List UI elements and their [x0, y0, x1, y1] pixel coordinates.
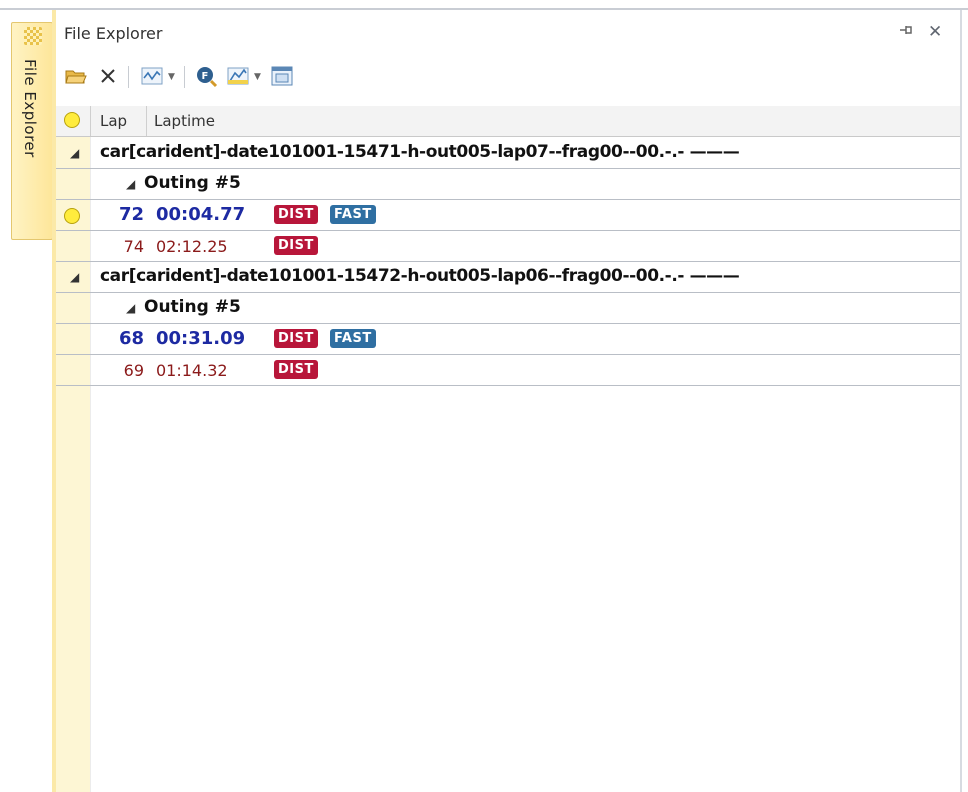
panel-title: File Explorer: [64, 24, 163, 43]
lap-number: 74: [123, 237, 144, 256]
outing-row[interactable]: ◢ Outing #5: [56, 293, 960, 324]
lap-row[interactable]: 69 01:14.32 DIST: [56, 355, 960, 386]
lap-number: 72: [118, 204, 144, 225]
lap-number: 68: [118, 328, 144, 349]
graph-icon[interactable]: [226, 64, 250, 88]
file-name: car[carident]-date101001-15471-h-out005-…: [100, 142, 740, 162]
dist-badge: DIST: [274, 236, 318, 255]
outing-label: Outing #5: [144, 297, 241, 317]
column-header-lap[interactable]: Lap: [100, 112, 127, 130]
pin-icon[interactable]: [898, 22, 914, 43]
file-row[interactable]: ◢ car[carident]-date101001-15472-h-out00…: [56, 262, 960, 293]
toolbar: ▼ F ▼: [64, 60, 944, 94]
graph-dropdown-arrow-icon[interactable]: ▼: [254, 72, 261, 82]
close-icon[interactable]: ✕: [928, 22, 942, 42]
toolbar-separator: [184, 66, 185, 88]
toolbar-separator: [128, 66, 129, 88]
checkered-flag-icon: [24, 27, 42, 45]
chart-dropdown-arrow-icon[interactable]: ▼: [168, 72, 175, 82]
lap-row[interactable]: 72 00:04.77 DIST FAST: [56, 200, 960, 231]
collapse-triangle-icon[interactable]: ◢: [70, 270, 79, 284]
dist-badge: DIST: [274, 329, 318, 348]
fast-badge: FAST: [330, 329, 376, 348]
dist-badge: DIST: [274, 205, 318, 224]
lap-row[interactable]: 74 02:12.25 DIST: [56, 231, 960, 262]
search-icon[interactable]: F: [194, 64, 218, 88]
outing-label: Outing #5: [144, 173, 241, 193]
collapse-triangle-icon[interactable]: ◢: [126, 177, 135, 191]
outing-row[interactable]: ◢ Outing #5: [56, 169, 960, 200]
lap-grid: Lap Laptime ◢ car[carident]-date101001-1…: [56, 106, 960, 792]
indicator-column-header-icon[interactable]: [64, 112, 80, 128]
lap-time: 00:04.77: [156, 204, 246, 225]
file-explorer-dock-tab[interactable]: File Explorer: [11, 22, 53, 240]
column-header-laptime[interactable]: Laptime: [154, 112, 215, 130]
fast-badge: FAST: [330, 205, 376, 224]
table-icon[interactable]: [270, 64, 294, 88]
lap-number: 69: [123, 361, 144, 380]
chart-icon[interactable]: [140, 64, 164, 88]
lap-row[interactable]: 68 00:31.09 DIST FAST: [56, 324, 960, 355]
collapse-triangle-icon[interactable]: ◢: [70, 146, 79, 160]
dock-tab-label: File Explorer: [21, 59, 39, 158]
open-folder-icon[interactable]: [64, 64, 88, 88]
lap-time: 00:31.09: [156, 328, 246, 349]
collapse-triangle-icon[interactable]: ◢: [126, 301, 135, 315]
dist-badge: DIST: [274, 360, 318, 379]
column-divider: [90, 106, 91, 136]
file-name: car[carident]-date101001-15472-h-out005-…: [100, 266, 740, 286]
file-explorer-panel: File Explorer ✕ ▼ F ▼ Lap Laptime ◢ car[…: [56, 10, 962, 792]
svg-text:F: F: [202, 71, 209, 82]
grid-header: Lap Laptime: [56, 106, 960, 137]
lap-time: 02:12.25: [156, 237, 228, 256]
window-top-edge: [0, 0, 968, 10]
file-row[interactable]: ◢ car[carident]-date101001-15471-h-out00…: [56, 138, 960, 169]
current-lap-indicator-icon: [64, 208, 80, 224]
lap-time: 01:14.32: [156, 361, 228, 380]
delete-icon[interactable]: [96, 64, 120, 88]
column-divider: [146, 106, 147, 136]
